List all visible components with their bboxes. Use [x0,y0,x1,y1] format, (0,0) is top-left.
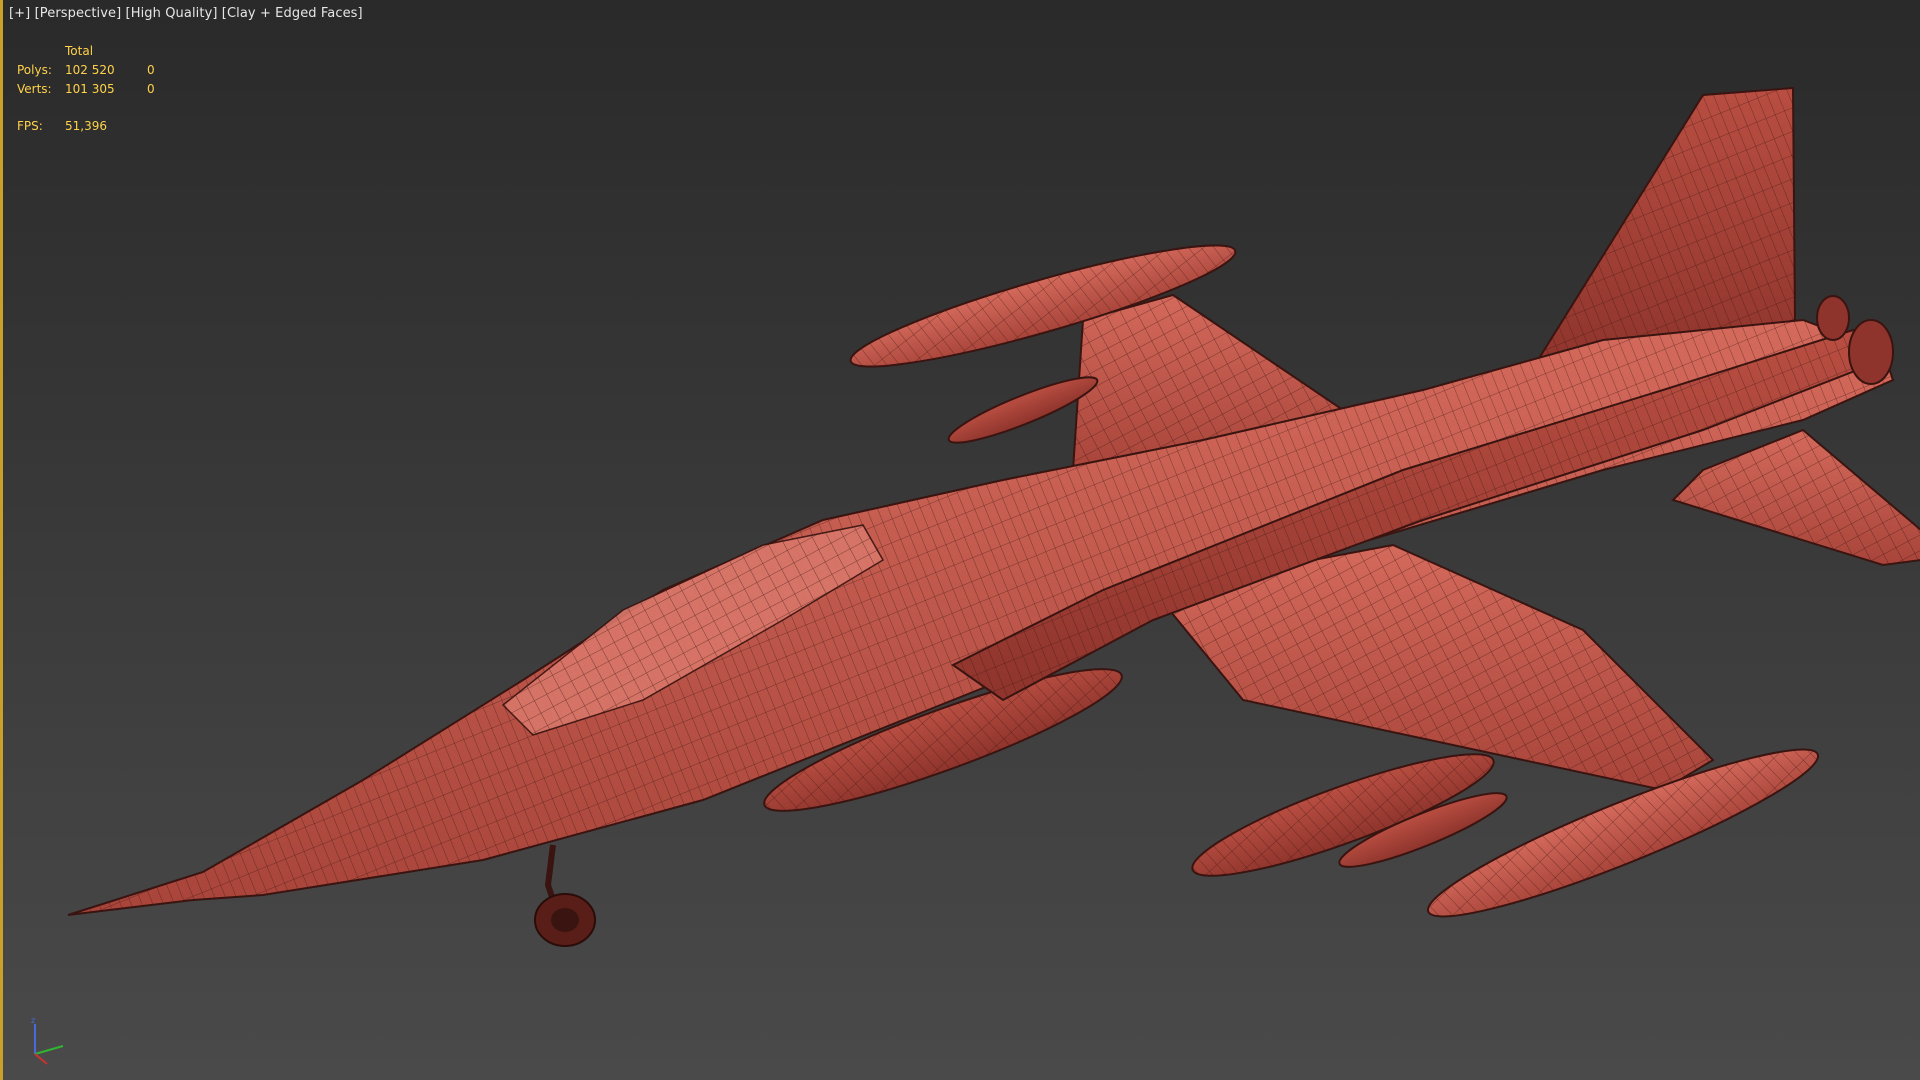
right-stabilizer [1671,428,1920,567]
right-pylon-stores [1191,753,1508,877]
axis-gizmo-icon: z [31,1016,64,1065]
svg-text:z: z [31,1016,35,1025]
jet-aircraft-model[interactable] [3,0,1920,1080]
nose-landing-gear [534,844,596,947]
perspective-viewport[interactable]: [+] [Perspective] [High Quality] [Clay +… [0,0,1920,1080]
